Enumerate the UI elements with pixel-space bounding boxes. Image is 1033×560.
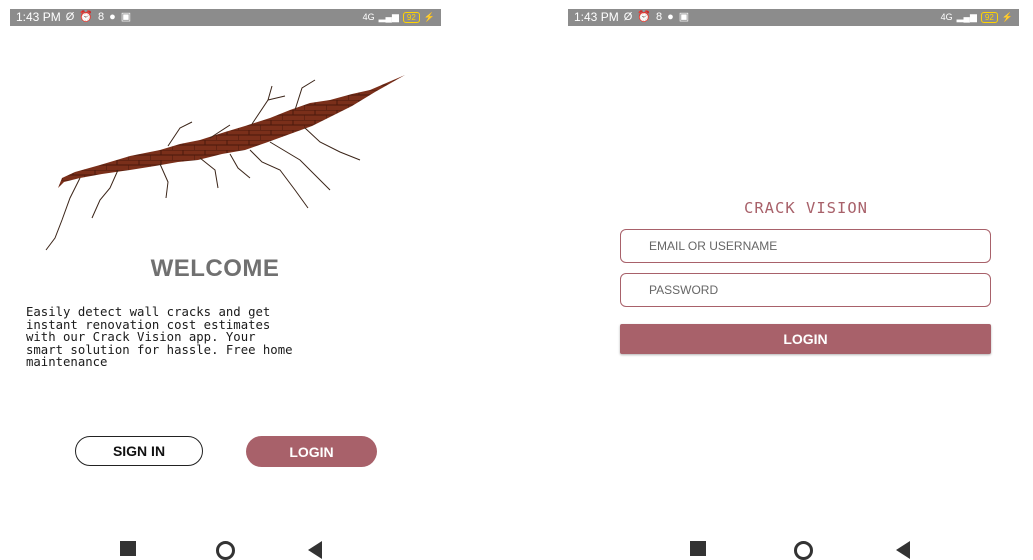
welcome-title: WELCOME (150, 255, 280, 282)
recent-apps-icon[interactable] (120, 541, 136, 556)
notification-icon: Ø (65, 11, 75, 23)
back-icon[interactable] (308, 541, 322, 559)
network-label: 4G (940, 12, 953, 22)
login-submit-button[interactable]: LOGIN (620, 324, 991, 354)
sign-in-button[interactable]: SIGN IN (75, 436, 203, 466)
status-bar-right: 1:43 PM Ø ⏰ 8 ● ▣ 4G ▂▄▆ 92 ⚡ (568, 9, 1019, 26)
app-title: CRACK VISION (744, 199, 868, 217)
navigation-bar-right (690, 541, 910, 560)
messenger-icon: ● (667, 11, 674, 23)
email-field[interactable] (620, 229, 991, 263)
status-bar-left: 1:43 PM Ø ⏰ 8 ● ▣ 4G ▂▄▆ 92 ⚡ (10, 9, 441, 26)
recent-apps-icon[interactable] (690, 541, 706, 556)
alarm-icon: ⏰ (637, 11, 651, 23)
signal-icon: ▂▄▆ (956, 12, 977, 22)
home-icon[interactable] (216, 541, 235, 560)
status-icon: 8 (655, 11, 663, 23)
navigation-bar-left (120, 541, 340, 560)
network-label: 4G (362, 12, 375, 22)
battery-icon: 92 (402, 12, 420, 23)
welcome-description: Easily detect wall cracks and get instan… (26, 305, 293, 370)
charging-icon: ⚡ (1001, 12, 1013, 22)
battery-icon: 92 (980, 12, 998, 23)
status-icon: 8 (97, 11, 105, 23)
charging-icon: ⚡ (423, 12, 435, 22)
home-icon[interactable] (794, 541, 813, 560)
notification-icon: Ø (623, 11, 633, 23)
app-icon: ▣ (678, 11, 690, 23)
wall-crack-illustration (45, 75, 405, 251)
back-icon[interactable] (896, 541, 910, 559)
login-button[interactable]: LOGIN (246, 436, 377, 467)
password-field[interactable] (620, 273, 991, 307)
status-time: 1:43 PM (16, 10, 61, 24)
messenger-icon: ● (109, 11, 116, 23)
signal-icon: ▂▄▆ (378, 12, 399, 22)
app-icon: ▣ (120, 11, 132, 23)
status-time: 1:43 PM (574, 10, 619, 24)
alarm-icon: ⏰ (79, 11, 93, 23)
